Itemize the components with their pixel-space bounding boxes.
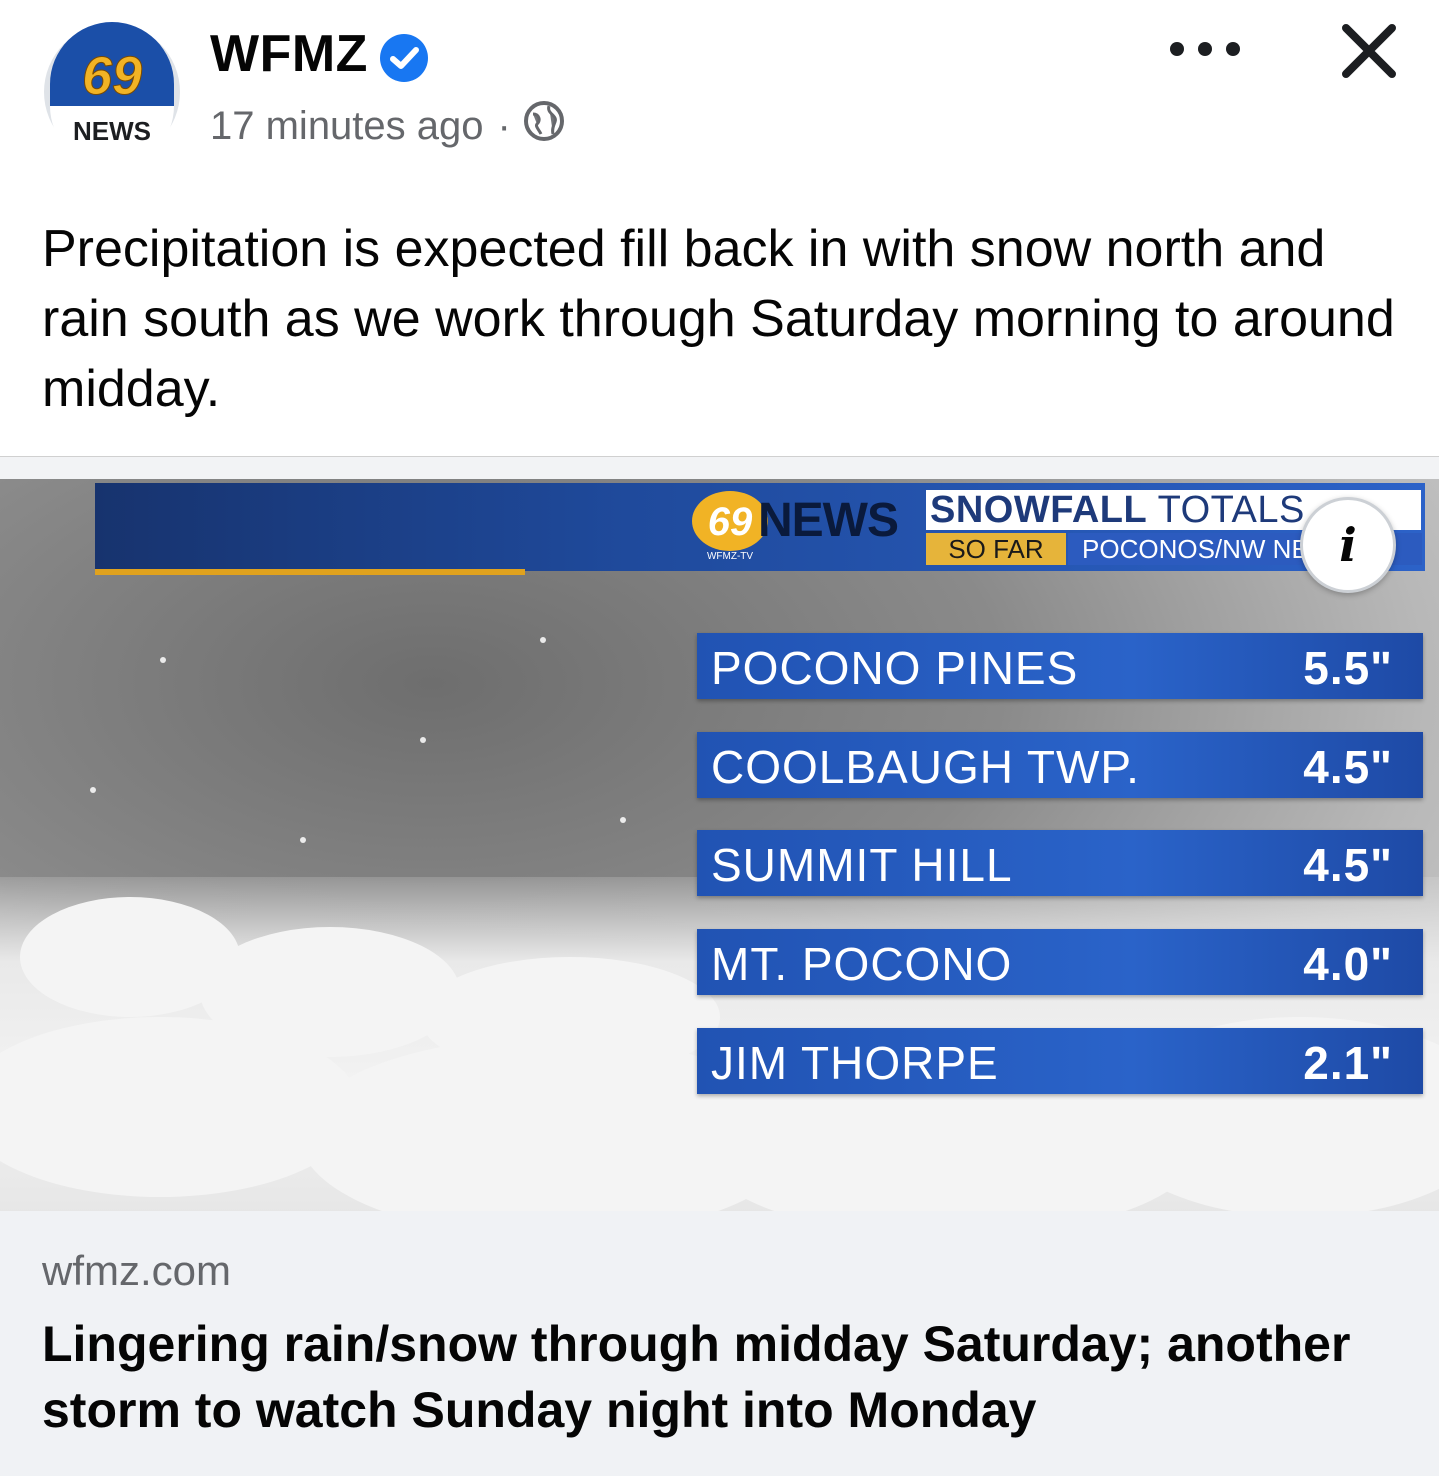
snowfall-row: POCONO PINES 5.5" [697,633,1423,699]
avatar-label: NEWS [73,116,151,146]
banner-logo-number: 69 [708,500,753,544]
verified-badge-icon [378,32,430,84]
info-icon[interactable]: i [1300,497,1396,593]
row-amount: 4.5" [1303,839,1393,891]
row-amount: 2.1" [1303,1037,1393,1089]
snowflake [90,787,96,793]
banner-title-thin: TOTALS [1157,489,1305,531]
snowfall-row: COOLBAUGH TWP. 4.5" [697,732,1423,798]
close-icon[interactable] [1336,18,1402,84]
row-amount: 4.5" [1303,741,1393,793]
row-location: COOLBAUGH TWP. [711,741,1140,793]
post-meta: 17 minutes ago · [210,100,565,152]
snowfall-row: MT. POCONO 4.0" [697,929,1423,995]
post-text: Precipitation is expected fill back in w… [42,220,1395,418]
link-preview[interactable]: wfmz.com Lingering rain/snow through mid… [0,1211,1439,1476]
banner-sub-left: SO FAR [926,533,1066,565]
snowfall-row: SUMMIT HILL 4.5" [697,830,1423,896]
banner-title-bold: SNOWFALL [930,489,1147,531]
banner-accent-bar [95,569,525,575]
meta-separator: · [497,103,511,148]
row-location: MT. POCONO [711,938,1013,990]
page-avatar[interactable]: 69 NEWS [42,22,182,168]
link-domain: wfmz.com [42,1247,231,1294]
snowflake [160,657,166,663]
row-location: SUMMIT HILL [711,839,1013,891]
banner-logo-small: WFMZ-TV [707,551,753,562]
snowfall-row: JIM THORPE 2.1" [697,1028,1423,1094]
post-image[interactable]: 69 WFMZ-TV NEWS SNOWFALL TOTALS SO FAR P… [0,456,1439,1212]
snowflake [620,817,626,823]
avatar-number: 69 [82,46,142,106]
snowflake [420,737,426,743]
banner-news: NEWS [758,494,899,547]
row-location: JIM THORPE [711,1037,999,1089]
more-options-icon[interactable] [1170,36,1240,62]
globe-icon [523,100,565,152]
link-headline[interactable]: Lingering rain/snow through midday Satur… [42,1311,1402,1443]
row-location: POCONO PINES [711,642,1079,694]
image-top-edge [0,457,1439,479]
row-amount: 4.0" [1303,938,1393,990]
post-timestamp[interactable]: 17 minutes ago [210,104,484,149]
row-amount: 5.5" [1303,642,1393,694]
snowflake [300,837,306,843]
snowflake [540,637,546,643]
banner-title: SNOWFALL TOTALS [930,489,1305,532]
page-name[interactable]: WFMZ [210,24,368,84]
